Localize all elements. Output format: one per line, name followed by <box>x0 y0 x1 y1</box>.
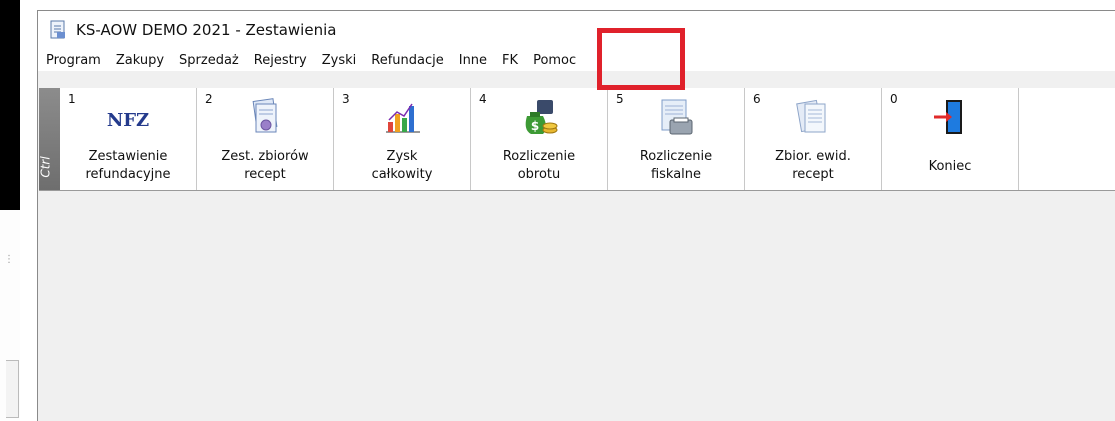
svg-text:$: $ <box>531 119 539 133</box>
shortcut-number: 6 <box>753 92 761 106</box>
toolbar-button-zysk-calkowity[interactable]: 3 Zysk całkowity <box>334 88 471 190</box>
side-panel-frame <box>6 360 19 418</box>
documents-icon <box>796 99 826 133</box>
button-label: Rozliczenie fiskalne <box>639 149 713 182</box>
menu-fk[interactable]: FK <box>502 53 518 68</box>
toolbar-button-zest-zbiorow-recept[interactable]: 2 Zest. zbiorów recept <box>197 88 334 190</box>
shortcut-number: 1 <box>68 92 76 106</box>
button-label: Zysk całkowity <box>371 149 433 182</box>
splitter-grip[interactable]: ⋮ <box>4 254 14 265</box>
menu-program[interactable]: Program <box>46 53 101 68</box>
button-label: Koniec <box>928 159 972 174</box>
left-dark-strip <box>0 0 20 210</box>
button-label: Zbior. ewid. recept <box>775 149 851 182</box>
bar-chart-icon <box>386 103 420 133</box>
window-title: KS-AOW DEMO 2021 - Zestawienia <box>76 21 337 39</box>
left-panel-edge: ⋮ <box>0 210 20 420</box>
toolbar-button-koniec[interactable]: 0 Koniec <box>882 88 1019 190</box>
ctrl-label-bar: Ctrl <box>39 88 60 190</box>
button-label: Zestawienie refundacyjne <box>85 149 171 182</box>
red-highlight-box <box>597 28 685 90</box>
toolbar: Ctrl 1 NFZ Zestawienie refundacyjne 2 Zes… <box>39 88 1115 191</box>
shortcut-number: 2 <box>205 92 213 106</box>
shortcut-number: 3 <box>342 92 350 106</box>
shortcut-number: 4 <box>479 92 487 106</box>
toolbar-button-rozliczenie-fiskalne[interactable]: 5 Rozliczenie fiskalne <box>608 88 745 190</box>
menu-refundacje[interactable]: Refundacje <box>371 53 443 68</box>
shortcut-number: 5 <box>616 92 624 106</box>
toolbar-button-zbior-ewid-recept[interactable]: 6 Zbior. ewid. recept <box>745 88 882 190</box>
menu-zakupy[interactable]: Zakupy <box>116 53 164 68</box>
menu-zyski[interactable]: Zyski <box>322 53 357 68</box>
app-icon <box>50 20 65 39</box>
menu-pomoc[interactable]: Pomoc <box>533 53 576 68</box>
svg-text:NFZ: NFZ <box>107 110 149 131</box>
money-bag-icon: $ <box>525 100 558 134</box>
fiscal-printer-icon <box>661 99 693 135</box>
prescription-document-icon <box>252 98 278 133</box>
toolbar-button-rozliczenie-obrotu[interactable]: 4 $ Rozliczenie obrotu <box>471 88 608 190</box>
toolbar-button-zestawienie-refundacyjne[interactable]: 1 NFZ Zestawienie refundacyjne <box>60 88 197 190</box>
menu-rejestry[interactable]: Rejestry <box>254 53 307 68</box>
app-window: KS-AOW DEMO 2021 - Zestawienia Program Z… <box>37 10 1115 421</box>
menu-inne[interactable]: Inne <box>459 53 487 68</box>
button-label: Rozliczenie obrotu <box>502 149 576 182</box>
ctrl-label: Ctrl <box>38 156 53 178</box>
menu-bar: Program Zakupy Sprzedaż Rejestry Zyski R… <box>38 49 1115 71</box>
nfz-logo-icon: NFZ <box>107 110 149 131</box>
exit-door-icon <box>934 100 962 134</box>
button-label: Zest. zbiorów recept <box>221 149 309 182</box>
menu-sprzedaz[interactable]: Sprzedaż <box>179 53 239 68</box>
shortcut-number: 0 <box>890 92 898 106</box>
title-bar: KS-AOW DEMO 2021 - Zestawienia <box>38 11 1115 49</box>
